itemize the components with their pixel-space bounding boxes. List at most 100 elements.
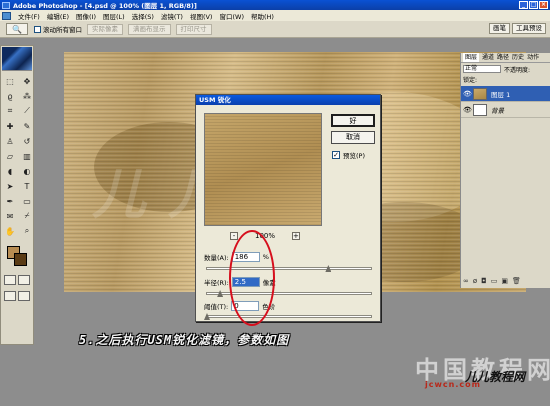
- lock-row: 锁定:: [461, 75, 550, 86]
- notes-icon[interactable]: ✉: [2, 209, 18, 223]
- threshold-label: 阈值(T):: [204, 303, 229, 311]
- print-size-button[interactable]: 打印尺寸: [175, 23, 212, 35]
- menu-bar: 文件(F) 编辑(E) 图像(I) 图层(L) 选择(S) 滤镜(T) 视图(V…: [0, 10, 550, 21]
- brushes-tab[interactable]: 画笔: [489, 23, 510, 34]
- unsharp-mask-dialog: USM 锐化 - 100% + 好 取消 ✓ 预览(P) 数量(A): 186 …: [195, 94, 381, 322]
- healing-icon[interactable]: ✚: [2, 119, 18, 133]
- gradient-icon[interactable]: ▥: [19, 149, 35, 163]
- tutorial-caption: 5.之后执行USM锐化滤镜，参数如图: [79, 333, 290, 347]
- threshold-slider-thumb[interactable]: [204, 313, 210, 320]
- history-brush-icon[interactable]: ↺: [19, 134, 35, 148]
- magic-wand-icon[interactable]: ⁂: [19, 89, 35, 103]
- fit-screen-button[interactable]: 满画布显示: [128, 23, 171, 35]
- screen-mode-full-menu[interactable]: [18, 291, 30, 301]
- hand-icon[interactable]: ✋: [2, 224, 18, 238]
- layers-panel: 图层 通道 路径 历史 动作 正常 不透明度: 锁定: 👁 图层 1 👁 背景 …: [460, 53, 550, 288]
- ok-button[interactable]: 好: [331, 114, 375, 127]
- shape-icon[interactable]: ▭: [19, 194, 35, 208]
- eraser-icon[interactable]: ▱: [2, 149, 18, 163]
- screen-mode-standard[interactable]: [4, 291, 16, 301]
- stamp-icon[interactable]: ♙: [2, 134, 18, 148]
- minimize-button[interactable]: _: [519, 1, 528, 9]
- annotation-circle: [229, 230, 275, 326]
- mask-icon[interactable]: ◘: [481, 277, 487, 286]
- amount-slider-thumb[interactable]: [325, 265, 332, 272]
- type-icon[interactable]: T: [19, 179, 35, 193]
- preview-toggle[interactable]: ✓ 预览(P): [332, 150, 365, 160]
- blend-mode-select[interactable]: 正常: [463, 65, 501, 73]
- standard-mode-button[interactable]: [4, 275, 16, 285]
- menu-layer[interactable]: 图层(L): [103, 11, 125, 21]
- layer-options: 正常 不透明度:: [461, 63, 550, 75]
- lasso-icon[interactable]: ϱ: [2, 89, 18, 103]
- filter-preview[interactable]: [204, 113, 322, 226]
- layer-name: 背景: [491, 106, 504, 115]
- blur-icon[interactable]: ◖: [2, 164, 18, 178]
- tool-presets-tab[interactable]: 工具预设: [512, 23, 546, 34]
- quick-mask-button[interactable]: [18, 275, 30, 285]
- menu-image[interactable]: 图像(I): [76, 11, 96, 21]
- path-select-icon[interactable]: ➤: [2, 179, 18, 193]
- eye-icon[interactable]: 👁: [463, 106, 472, 114]
- slice-icon[interactable]: ⟋: [19, 104, 35, 118]
- trash-icon[interactable]: 🗑: [512, 277, 521, 286]
- color-swatches: [1, 246, 33, 272]
- close-button[interactable]: ×: [539, 1, 548, 9]
- layer-thumbnail: [473, 103, 487, 116]
- menu-file[interactable]: 文件(F): [18, 11, 40, 21]
- site-url: jcwcn.com: [425, 380, 481, 389]
- tab-channels[interactable]: 通道: [482, 53, 494, 62]
- scroll-all-label: 滚动所有窗口: [43, 26, 82, 34]
- toolbox-header-image: [2, 47, 32, 71]
- brush-icon[interactable]: ✎: [19, 119, 35, 133]
- preview-label: 预览(P): [343, 152, 365, 160]
- threshold-slider[interactable]: [204, 313, 372, 320]
- zoom-out-button[interactable]: -: [230, 231, 238, 240]
- screen-mode-buttons: [1, 288, 33, 304]
- tab-layers[interactable]: 图层: [463, 53, 480, 62]
- radius-slider-thumb[interactable]: [217, 290, 224, 297]
- zoom-in-button[interactable]: +: [291, 231, 300, 240]
- menu-edit[interactable]: 编辑(E): [47, 11, 69, 21]
- folder-icon[interactable]: ▭: [491, 277, 498, 286]
- move-icon[interactable]: ✥: [19, 74, 35, 88]
- fx-icon[interactable]: ø: [473, 277, 477, 286]
- layer-footer-icons: ∞ ø ◘ ▭ ▣ 🗑: [463, 277, 548, 286]
- menu-filter[interactable]: 滤镜(T): [161, 11, 183, 21]
- tab-history[interactable]: 历史: [512, 53, 524, 62]
- menu-select[interactable]: 选择(S): [132, 11, 154, 21]
- zoom-icon[interactable]: ⌕: [19, 224, 35, 238]
- layer-row-layer1[interactable]: 👁 图层 1: [461, 86, 550, 102]
- photoshop-icon: [2, 1, 10, 9]
- app-menu-icon[interactable]: [2, 11, 11, 20]
- scroll-all-checkbox[interactable]: [34, 25, 41, 33]
- layer-row-background[interactable]: 👁 背景: [461, 102, 550, 118]
- tab-paths[interactable]: 路径: [497, 53, 509, 62]
- marquee-icon[interactable]: ⬚: [2, 74, 18, 88]
- menu-window[interactable]: 窗口(W): [219, 11, 244, 21]
- title-bar: Adobe Photoshop - [4.psd @ 100% (图层 1, R…: [0, 0, 550, 10]
- preview-checkbox[interactable]: ✓: [332, 151, 340, 159]
- eye-icon[interactable]: 👁: [463, 90, 472, 98]
- window-title: Adobe Photoshop - [4.psd @ 100% (图层 1, R…: [13, 2, 197, 10]
- mode-buttons: [1, 272, 33, 288]
- options-bar: 🔍 滚动所有窗口 实际像素 满画布显示 打印尺寸 画笔 工具预设: [0, 21, 550, 38]
- maximize-button[interactable]: □: [529, 1, 538, 9]
- background-color-swatch[interactable]: [14, 253, 27, 266]
- link-icon[interactable]: ∞: [463, 277, 469, 286]
- palette-well: 画笔 工具预设: [489, 23, 546, 34]
- toolbox: ⬚ ✥ ϱ ⁂ ⌗ ⟋ ✚ ✎ ♙ ↺ ▱ ▥ ◖ ◐ ➤ T ✒ ▭ ✉ ⌿ ✋ ⌕: [0, 45, 34, 345]
- actual-pixels-button[interactable]: 实际像素: [87, 23, 123, 35]
- cancel-button[interactable]: 取消: [331, 131, 375, 144]
- crop-icon[interactable]: ⌗: [2, 104, 18, 118]
- pen-icon[interactable]: ✒: [2, 194, 18, 208]
- menu-help[interactable]: 帮助(H): [251, 11, 274, 21]
- new-layer-icon[interactable]: ▣: [501, 277, 508, 286]
- dodge-icon[interactable]: ◐: [19, 164, 35, 178]
- lock-label: 锁定:: [463, 77, 478, 84]
- eyedropper-icon[interactable]: ⌿: [19, 209, 35, 223]
- tool-preset-picker[interactable]: 🔍: [6, 23, 28, 35]
- menu-view[interactable]: 视图(V): [190, 11, 213, 21]
- window-controls: _ □ ×: [519, 1, 548, 9]
- tab-actions[interactable]: 动作: [527, 53, 539, 62]
